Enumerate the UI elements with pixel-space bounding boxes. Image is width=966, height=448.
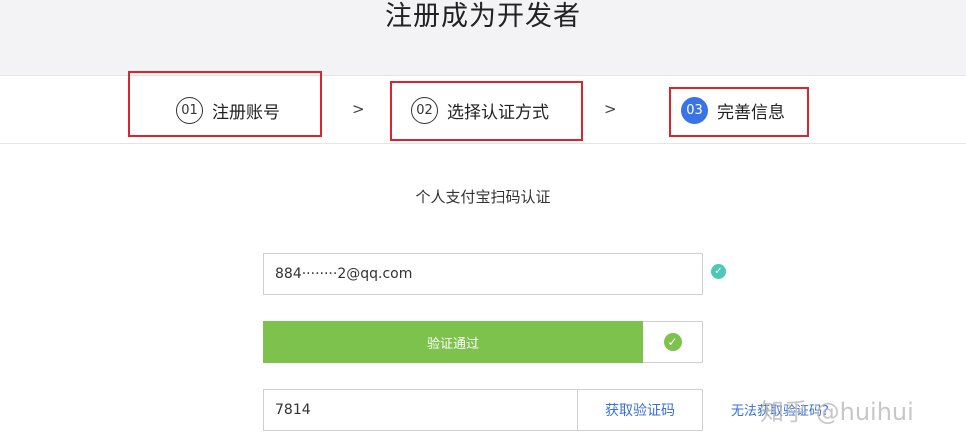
step-separator-2: > (604, 100, 617, 118)
check-circle-icon: ✓ (663, 333, 682, 351)
page-title: 注册成为开发者 (385, 1, 581, 32)
section-title: 个人支付宝扫码认证 (415, 188, 551, 206)
verify-label: 验证通过 (426, 336, 479, 352)
code-value: 7814 (275, 402, 311, 418)
highlight-box-step-3 (669, 87, 809, 137)
highlight-box-step-2 (390, 81, 583, 141)
account-value: 884········2@qq.com (275, 266, 413, 282)
verify-status-box: ✓ (643, 321, 703, 363)
step-separator-1: > (352, 100, 365, 118)
watermark: 知乎 @huihui (760, 398, 914, 426)
check-circle-icon: ✓ (711, 264, 726, 279)
get-code-button[interactable]: 获取验证码 (577, 389, 703, 431)
verify-slider[interactable]: 验证通过 (263, 321, 643, 363)
verification-code-input[interactable]: 7814 (263, 389, 578, 431)
highlight-box-step-1 (128, 71, 322, 137)
account-input[interactable]: 884········2@qq.com (263, 253, 703, 295)
